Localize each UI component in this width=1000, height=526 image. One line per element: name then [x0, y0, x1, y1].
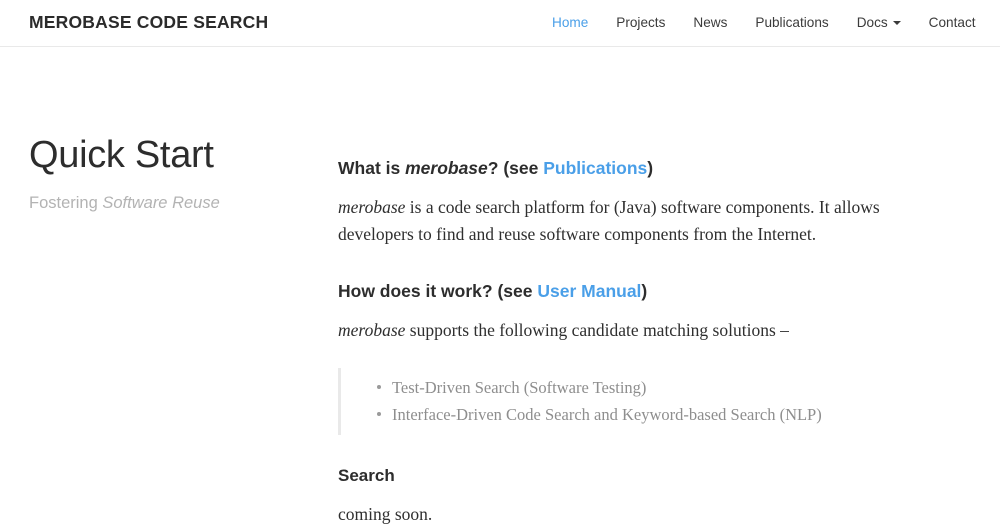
nav-label-docs: Docs — [856, 15, 888, 30]
nav-label-contact: Contact — [928, 15, 976, 30]
section-heading-how-does-it-work: How does it work? (see User Manual) — [338, 280, 958, 304]
list-item: Interface-Driven Code Search and Keyword… — [377, 401, 958, 428]
matching-solutions-callout: Test-Driven Search (Software Testing) In… — [338, 368, 958, 435]
paragraph-how-does-it-work: merobase supports the following candidat… — [338, 317, 958, 345]
matching-solutions-list: Test-Driven Search (Software Testing) In… — [366, 374, 958, 428]
nav-item-docs[interactable]: Docs — [843, 13, 915, 32]
page-subtitle-plain: Fostering — [29, 194, 103, 213]
page-subtitle-emphasis: Software Reuse — [102, 194, 220, 213]
nav-item-news[interactable]: News — [679, 13, 741, 32]
chevron-down-icon — [892, 21, 901, 25]
section-how-does-it-work: How does it work? (see User Manual) mero… — [338, 280, 958, 435]
section-heading-search: Search — [338, 465, 395, 485]
nav-item-home[interactable]: Home — [538, 13, 602, 32]
site-brand-logo[interactable]: MEROBASE CODE SEARCH — [29, 12, 268, 33]
heading-text-pre: How does it work? (see — [338, 280, 538, 301]
main-navigation: Home Projects News Publications Docs Con… — [538, 13, 990, 32]
paragraph-emphasis-merobase: merobase — [338, 319, 406, 340]
section-heading-what-is: What is merobase? (see Publications) — [338, 157, 958, 181]
paragraph-body-text: is a code search platform for (Java) sof… — [338, 196, 880, 245]
nav-label-projects: Projects — [616, 15, 666, 30]
page-sidebar: Quick Start Fostering Software Reuse — [29, 134, 319, 214]
nav-item-publications[interactable]: Publications — [741, 13, 842, 32]
paragraph-body-text: supports the following candidate matchin… — [405, 319, 789, 340]
link-publications[interactable]: Publications — [543, 158, 647, 178]
nav-item-contact[interactable]: Contact — [915, 13, 990, 32]
link-user-manual[interactable]: User Manual — [537, 281, 641, 301]
heading-text-mid: ? (see — [487, 158, 544, 178]
heading-text-pre: What is — [338, 158, 406, 178]
nav-label-news: News — [693, 15, 728, 30]
section-search: Search coming soon. See also our list of… — [338, 466, 958, 526]
paragraph-emphasis-merobase: merobase — [338, 196, 406, 217]
paragraph-what-is-merobase: merobase is a code search platform for (… — [338, 194, 958, 249]
heading-text-post: ) — [647, 158, 654, 178]
nav-item-projects[interactable]: Projects — [602, 13, 679, 32]
paragraph-search-status: coming soon. — [338, 503, 433, 524]
list-item: Test-Driven Search (Software Testing) — [377, 374, 958, 401]
nav-label-publications: Publications — [755, 15, 829, 30]
heading-emphasis-merobase: merobase — [405, 158, 488, 178]
section-what-is-merobase: What is merobase? (see Publications) mer… — [338, 157, 958, 249]
page-title: Quick Start — [29, 134, 214, 176]
site-header: MEROBASE CODE SEARCH Home Projects News … — [0, 0, 1000, 47]
main-content: What is merobase? (see Publications) mer… — [338, 157, 958, 526]
heading-text-post: ) — [641, 280, 648, 301]
nav-label-home: Home — [552, 15, 589, 30]
page-subtitle: Fostering Software Reuse — [29, 193, 319, 214]
